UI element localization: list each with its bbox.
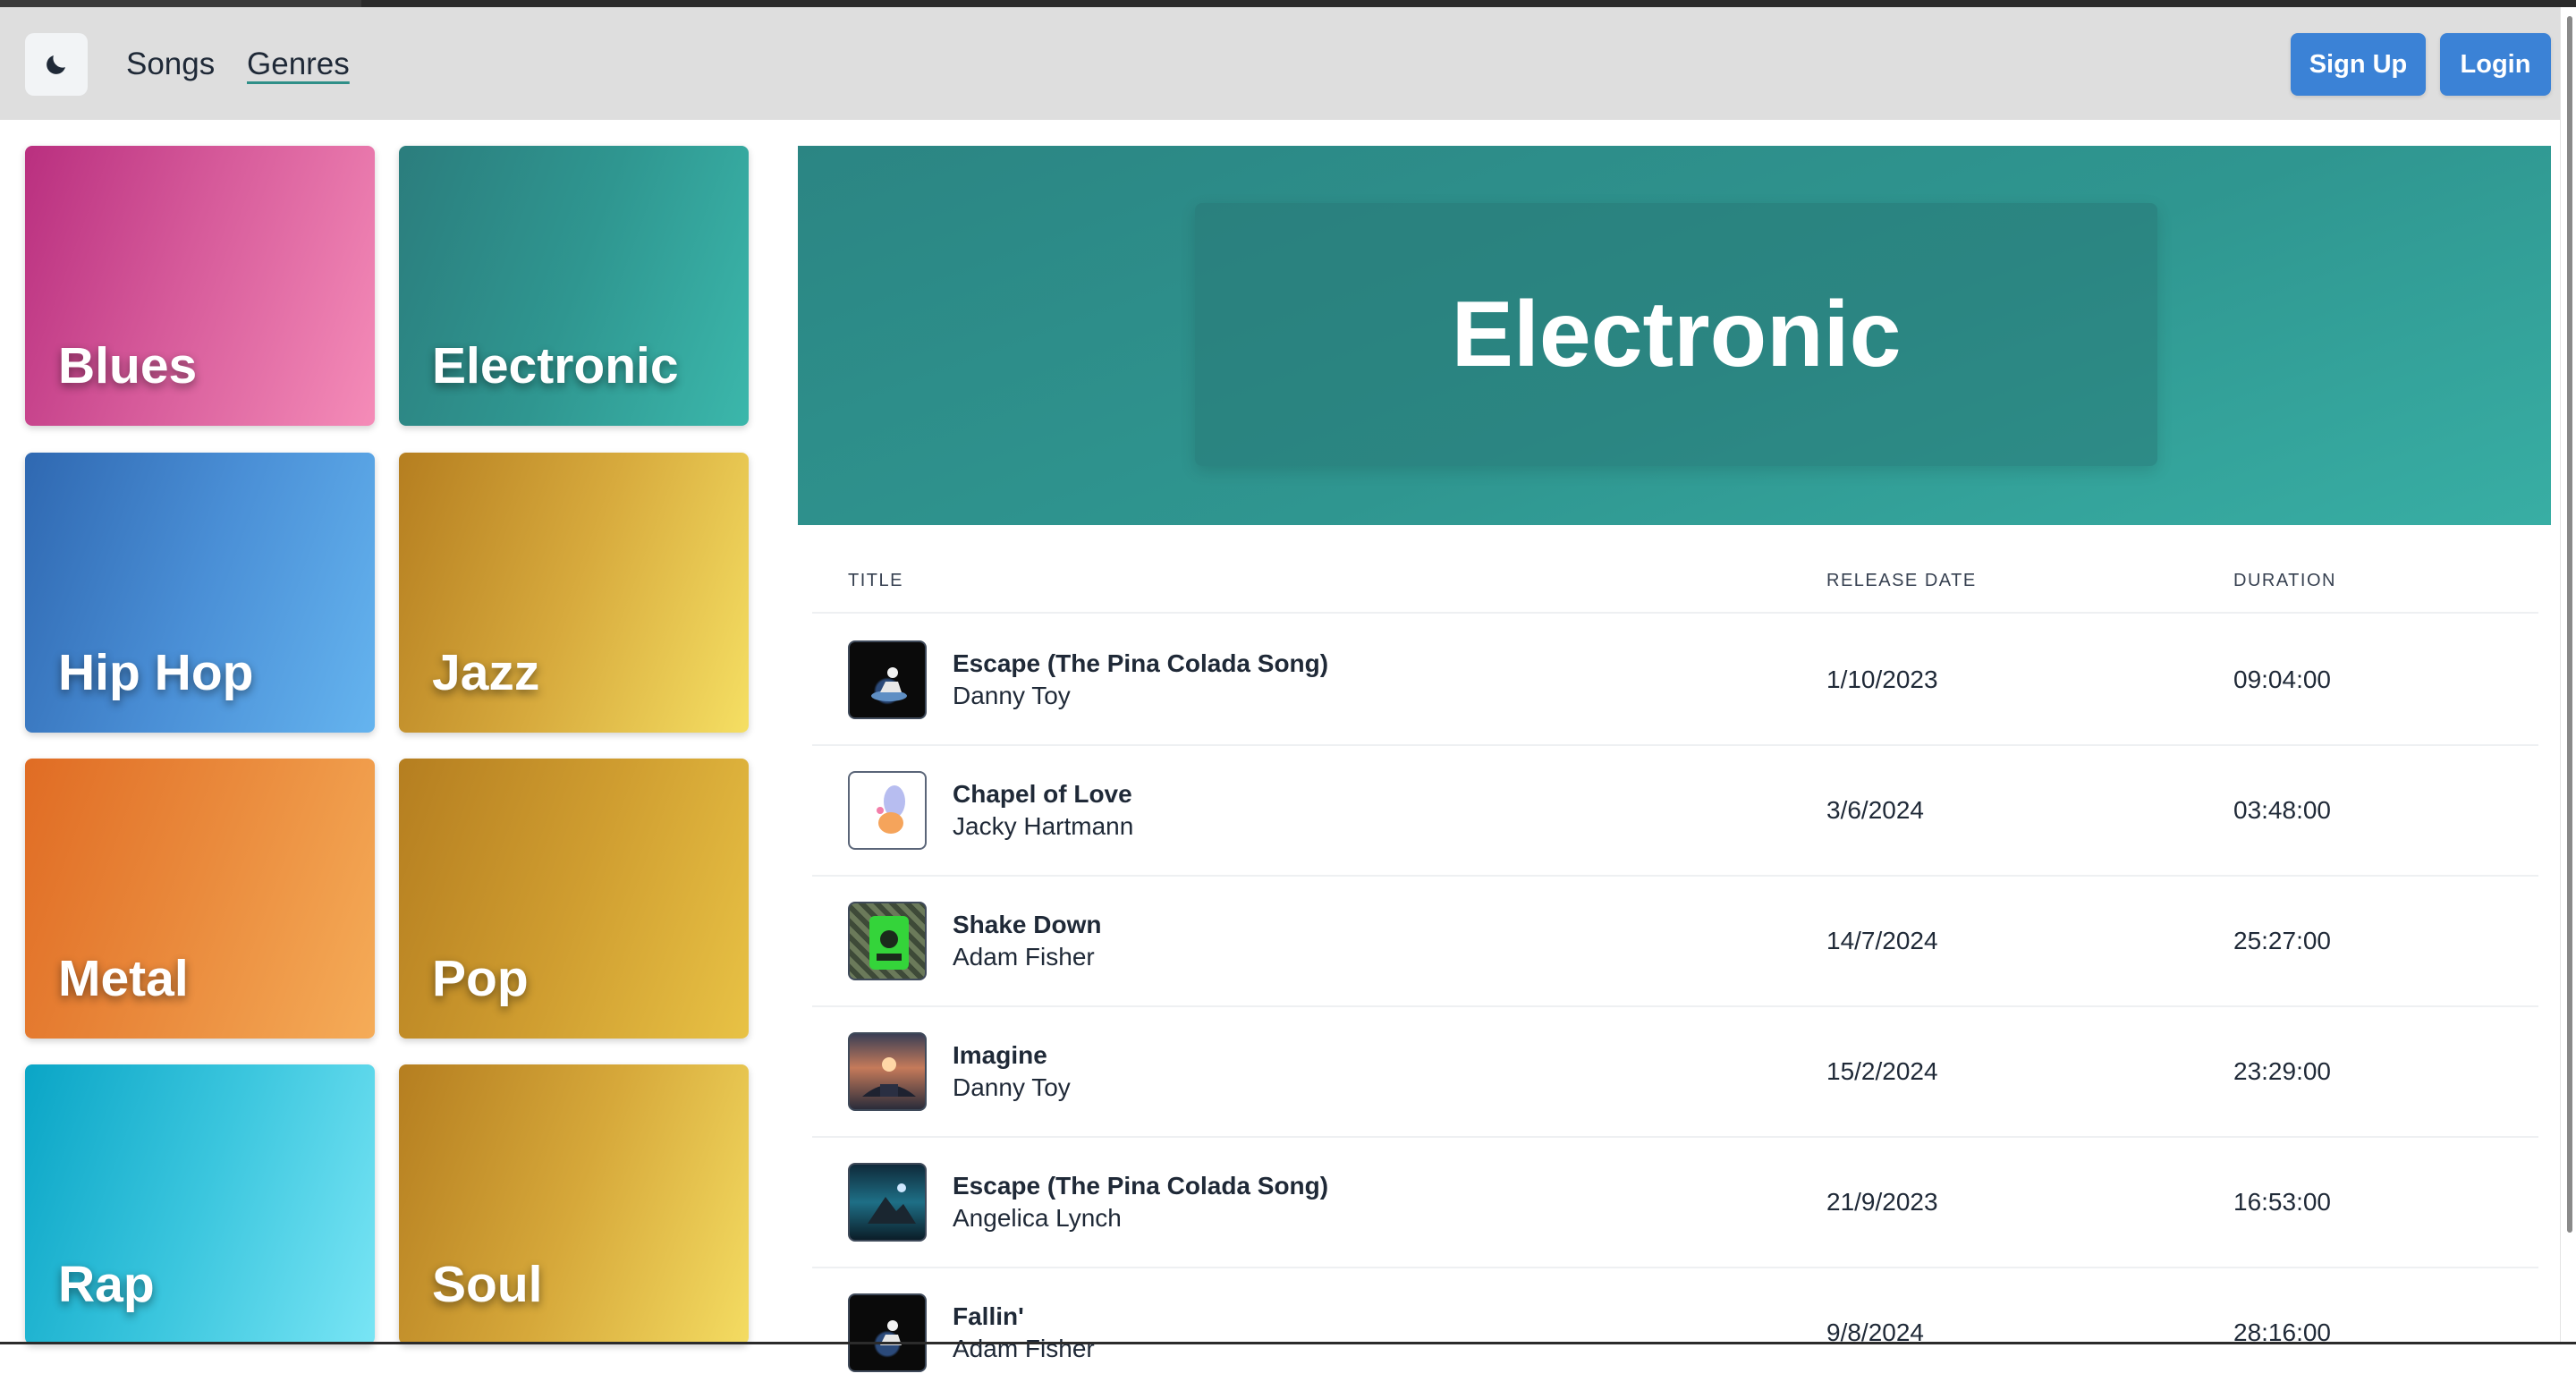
hero-title-card: Electronic: [1195, 203, 2157, 466]
genre-tile-rap[interactable]: Rap: [25, 1064, 375, 1344]
genre-label: Hip Hop: [58, 644, 254, 701]
song-duration: 03:48:00: [2233, 796, 2331, 824]
album-cover-art: [868, 1183, 916, 1224]
genre-label: Metal: [58, 950, 189, 1007]
genre-hero-banner: Electronic: [798, 146, 2551, 525]
album-cover-art: [877, 785, 905, 834]
table-row[interactable]: Escape (The Pina Colada Song) Angelica L…: [812, 1138, 2538, 1268]
navbar: Songs Genres Sign Up Login: [0, 7, 2560, 120]
song-release-date: 1/10/2023: [1826, 666, 1938, 693]
album-cover-art: [871, 667, 907, 701]
song-artist[interactable]: Adam Fisher: [953, 1335, 1095, 1363]
album-cover-image: [848, 640, 927, 719]
song-title[interactable]: Shake Down: [953, 911, 1101, 939]
song-release-date: 15/2/2024: [1826, 1057, 1938, 1085]
sign-up-button[interactable]: Sign Up: [2291, 33, 2426, 96]
genre-tile-metal[interactable]: Metal: [25, 759, 375, 1039]
song-release-date: 14/7/2024: [1826, 927, 1938, 954]
nav-link-songs[interactable]: Songs: [126, 43, 215, 86]
column-header-title[interactable]: TITLE: [848, 571, 903, 591]
album-cover-image: [848, 902, 927, 980]
song-release-date: 3/6/2024: [1826, 796, 1924, 824]
nav-link-genres[interactable]: Genres: [247, 43, 350, 86]
songs-table-header: TITLE RELEASE DATE DURATION: [812, 555, 2538, 614]
table-row[interactable]: Imagine Danny Toy 15/2/2024 23:29:00: [812, 1007, 2538, 1138]
table-row[interactable]: Escape (The Pina Colada Song) Danny Toy …: [812, 615, 2538, 746]
song-title[interactable]: Escape (The Pina Colada Song): [953, 649, 1328, 678]
album-cover-art: [869, 916, 909, 970]
table-row[interactable]: Shake Down Adam Fisher 14/7/2024 25:27:0…: [812, 877, 2538, 1007]
song-artist[interactable]: Danny Toy: [953, 682, 1071, 710]
song-title[interactable]: Chapel of Love: [953, 780, 1132, 809]
genre-label: Rap: [58, 1256, 155, 1313]
login-button[interactable]: Login: [2440, 33, 2551, 96]
genre-tile-hip-hop[interactable]: Hip Hop: [25, 453, 375, 733]
song-duration: 16:53:00: [2233, 1188, 2331, 1216]
album-cover-image: [848, 1293, 927, 1372]
song-duration: 25:27:00: [2233, 927, 2331, 954]
column-header-release-date[interactable]: RELEASE DATE: [1826, 571, 1977, 591]
column-header-duration[interactable]: DURATION: [2233, 571, 2336, 591]
genre-title: Electronic: [1451, 282, 1902, 386]
song-release-date: 21/9/2023: [1826, 1188, 1938, 1216]
genre-tile-pop[interactable]: Pop: [399, 759, 749, 1039]
album-cover-image: [848, 771, 927, 850]
window-top-edge: [361, 0, 2576, 7]
song-artist[interactable]: Adam Fisher: [953, 943, 1095, 971]
genre-label: Jazz: [432, 644, 540, 701]
song-artist[interactable]: Danny Toy: [953, 1073, 1071, 1102]
genre-tile-electronic[interactable]: Electronic: [399, 146, 749, 426]
song-duration: 09:04:00: [2233, 666, 2331, 693]
album-cover-art: [880, 1320, 902, 1345]
table-row[interactable]: Fallin' Adam Fisher 9/8/2024 28:16:00: [812, 1268, 2538, 1399]
genre-tile-soul[interactable]: Soul: [399, 1064, 749, 1344]
album-cover-art: [862, 1057, 916, 1097]
genre-tile-blues[interactable]: Blues: [25, 146, 375, 426]
song-artist[interactable]: Jacky Hartmann: [953, 812, 1133, 841]
song-title[interactable]: Escape (The Pina Colada Song): [953, 1172, 1328, 1200]
genre-label: Blues: [58, 337, 198, 394]
genre-label: Pop: [432, 950, 529, 1007]
table-row[interactable]: Chapel of Love Jacky Hartmann 3/6/2024 0…: [812, 746, 2538, 877]
theme-toggle-button[interactable]: [25, 33, 88, 96]
window-top-edge: [0, 0, 361, 7]
moon-icon: [47, 55, 65, 74]
song-title[interactable]: Fallin': [953, 1302, 1024, 1331]
genre-tile-jazz[interactable]: Jazz: [399, 453, 749, 733]
scrollbar-thumb[interactable]: [2567, 16, 2572, 1233]
genre-label: Electronic: [432, 337, 679, 394]
album-cover-image: [848, 1163, 927, 1242]
song-title[interactable]: Imagine: [953, 1041, 1047, 1070]
genre-label: Soul: [432, 1256, 543, 1313]
song-artist[interactable]: Angelica Lynch: [953, 1204, 1122, 1233]
song-duration: 23:29:00: [2233, 1057, 2331, 1085]
album-cover-image: [848, 1032, 927, 1111]
